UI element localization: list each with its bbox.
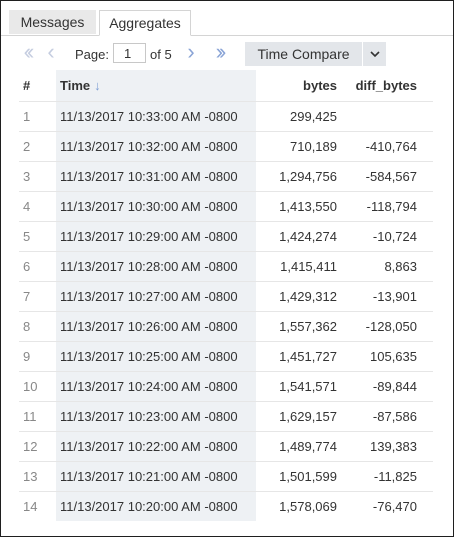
row-number-cell: 10 bbox=[19, 370, 56, 401]
diff-bytes-cell: 105,635 bbox=[346, 340, 433, 371]
bytes-cell: 710,189 bbox=[256, 130, 346, 161]
time-compare-button[interactable]: Time Compare bbox=[245, 42, 362, 66]
row-number-cell: 14 bbox=[19, 490, 56, 521]
bytes-cell: 299,425 bbox=[256, 100, 346, 131]
last-page-icon[interactable]: ›› bbox=[206, 40, 232, 64]
table-row[interactable]: 6 11/13/2017 10:28:00 AM -0800 1,415,411 8,… bbox=[19, 250, 433, 281]
diff-bytes-cell: -118,794 bbox=[346, 190, 433, 221]
bytes-cell: 1,413,550 bbox=[256, 190, 346, 221]
time-cell: 11/13/2017 10:29:00 AM -0800 bbox=[56, 220, 256, 251]
row-number-cell: 9 bbox=[19, 340, 56, 371]
bytes-cell: 1,578,069 bbox=[256, 490, 346, 521]
bytes-cell: 1,541,571 bbox=[256, 370, 346, 401]
page-label: Page: bbox=[75, 47, 109, 62]
row-number-cell: 11 bbox=[19, 400, 56, 431]
prev-page-icon[interactable]: ‹ bbox=[43, 40, 59, 64]
table-row[interactable]: 13 11/13/2017 10:21:00 AM -0800 1,501,599-… bbox=[19, 460, 433, 491]
tab-aggregates[interactable]: Aggregates bbox=[99, 10, 191, 36]
column-header-time-label: Time bbox=[60, 77, 91, 93]
time-compare-dropdown[interactable] bbox=[363, 42, 386, 66]
table-row[interactable]: 12 11/13/2017 10:22:00 AM -0800 1,489,774 1… bbox=[19, 430, 433, 461]
row-number-cell: 5 bbox=[19, 220, 56, 251]
diff-bytes-cell: -128,050 bbox=[346, 310, 433, 341]
time-cell: 11/13/2017 10:22:00 AM -0800 bbox=[56, 430, 256, 461]
search-results-panel: Messages Aggregates ‹‹ ‹ Page: of 5 › ››… bbox=[0, 0, 454, 537]
time-cell: 11/13/2017 10:23:00 AM -0800 bbox=[56, 400, 256, 431]
first-page-icon[interactable]: ‹‹ bbox=[15, 40, 39, 64]
page-count: of 5 bbox=[150, 47, 172, 62]
bytes-cell: 1,451,727 bbox=[256, 340, 346, 371]
time-cell: 11/13/2017 10:33:00 AM -0800 bbox=[56, 100, 256, 131]
time-cell: 11/13/2017 10:25:00 AM -0800 bbox=[56, 340, 256, 371]
diff-bytes-cell: -584,567 bbox=[346, 160, 433, 191]
bytes-cell: 1,489,774 bbox=[256, 430, 346, 461]
time-cell: 11/13/2017 10:20:00 AM -0800 bbox=[56, 490, 256, 521]
diff-bytes-cell: -87,586 bbox=[346, 400, 433, 431]
column-header-diff-bytes[interactable]: diff_bytes bbox=[346, 70, 433, 101]
table-row[interactable]: 10 11/13/2017 10:24:00 AM -0800 1,541,571-… bbox=[19, 370, 433, 401]
tab-messages[interactable]: Messages bbox=[9, 10, 96, 34]
page-number-input[interactable] bbox=[113, 43, 146, 63]
column-header-bytes[interactable]: bytes bbox=[256, 70, 346, 101]
bytes-cell: 1,429,312 bbox=[256, 280, 346, 311]
diff-bytes-cell bbox=[346, 100, 433, 131]
table-row[interactable]: 9 11/13/2017 10:25:00 AM -0800 1,451,727 10… bbox=[19, 340, 433, 371]
table-row[interactable]: 1 11/13/2017 10:33:00 AM -0800 299,425 bbox=[19, 100, 433, 131]
results-tab-bar: Messages Aggregates bbox=[1, 1, 453, 36]
table-row[interactable]: 11 11/13/2017 10:23:00 AM -0800 1,629,157-… bbox=[19, 400, 433, 431]
time-cell: 11/13/2017 10:31:00 AM -0800 bbox=[56, 160, 256, 191]
row-number-cell: 4 bbox=[19, 190, 56, 221]
diff-bytes-cell: -11,825 bbox=[346, 460, 433, 491]
row-number-cell: 3 bbox=[19, 160, 56, 191]
table-row[interactable]: 14 11/13/2017 10:20:00 AM -0800 1,578,069-… bbox=[19, 490, 433, 521]
next-page-icon[interactable]: › bbox=[183, 40, 199, 64]
bytes-cell: 1,424,274 bbox=[256, 220, 346, 251]
table-row[interactable]: 8 11/13/2017 10:26:00 AM -0800 1,557,362 -1… bbox=[19, 310, 433, 341]
column-header-time[interactable]: Time ↓ bbox=[56, 70, 256, 101]
row-number-cell: 6 bbox=[19, 250, 56, 281]
diff-bytes-cell: -76,470 bbox=[346, 490, 433, 521]
table-header-row: # Time ↓ bytes diff_bytes bbox=[19, 70, 433, 101]
diff-bytes-cell: -10,724 bbox=[346, 220, 433, 251]
time-cell: 11/13/2017 10:24:00 AM -0800 bbox=[56, 370, 256, 401]
sort-descending-arrow-icon[interactable]: ↓ bbox=[94, 78, 101, 93]
table-row[interactable]: 4 11/13/2017 10:30:00 AM -0800 1,413,550 -1… bbox=[19, 190, 433, 221]
diff-bytes-cell: 8,863 bbox=[346, 250, 433, 281]
diff-bytes-cell: -89,844 bbox=[346, 370, 433, 401]
row-number-cell: 2 bbox=[19, 130, 56, 161]
time-cell: 11/13/2017 10:32:00 AM -0800 bbox=[56, 130, 256, 161]
results-toolbar: ‹‹ ‹ Page: of 5 › ›› Time Compare bbox=[1, 36, 453, 70]
row-number-cell: 13 bbox=[19, 460, 56, 491]
row-number-cell: 7 bbox=[19, 280, 56, 311]
table-row[interactable]: 7 11/13/2017 10:27:00 AM -0800 1,429,312 -1… bbox=[19, 280, 433, 311]
bytes-cell: 1,415,411 bbox=[256, 250, 346, 281]
table-row[interactable]: 2 11/13/2017 10:32:00 AM -0800 710,189 -410… bbox=[19, 130, 433, 161]
bytes-cell: 1,557,362 bbox=[256, 310, 346, 341]
aggregates-table-container[interactable]: # Time ↓ bytes diff_bytes 1 11/13/2017 10:… bbox=[1, 70, 453, 536]
row-number-cell: 1 bbox=[19, 100, 56, 131]
row-number-cell: 12 bbox=[19, 430, 56, 461]
time-cell: 11/13/2017 10:27:00 AM -0800 bbox=[56, 280, 256, 311]
diff-bytes-cell: -410,764 bbox=[346, 130, 433, 161]
diff-bytes-cell: 139,383 bbox=[346, 430, 433, 461]
time-cell: 11/13/2017 10:21:00 AM -0800 bbox=[56, 460, 256, 491]
time-cell: 11/13/2017 10:26:00 AM -0800 bbox=[56, 310, 256, 341]
table-row[interactable]: 3 11/13/2017 10:31:00 AM -0800 1,294,756 -5… bbox=[19, 160, 433, 191]
chevron-down-icon bbox=[369, 50, 380, 57]
diff-bytes-cell: -13,901 bbox=[346, 280, 433, 311]
bytes-cell: 1,629,157 bbox=[256, 400, 346, 431]
time-cell: 11/13/2017 10:28:00 AM -0800 bbox=[56, 250, 256, 281]
aggregates-table: # Time ↓ bytes diff_bytes 1 11/13/2017 10:… bbox=[19, 70, 433, 521]
bytes-cell: 1,294,756 bbox=[256, 160, 346, 191]
bytes-cell: 1,501,599 bbox=[256, 460, 346, 491]
column-header-num[interactable]: # bbox=[19, 70, 56, 101]
time-cell: 11/13/2017 10:30:00 AM -0800 bbox=[56, 190, 256, 221]
row-number-cell: 8 bbox=[19, 310, 56, 341]
table-row[interactable]: 5 11/13/2017 10:29:00 AM -0800 1,424,274 -1… bbox=[19, 220, 433, 251]
